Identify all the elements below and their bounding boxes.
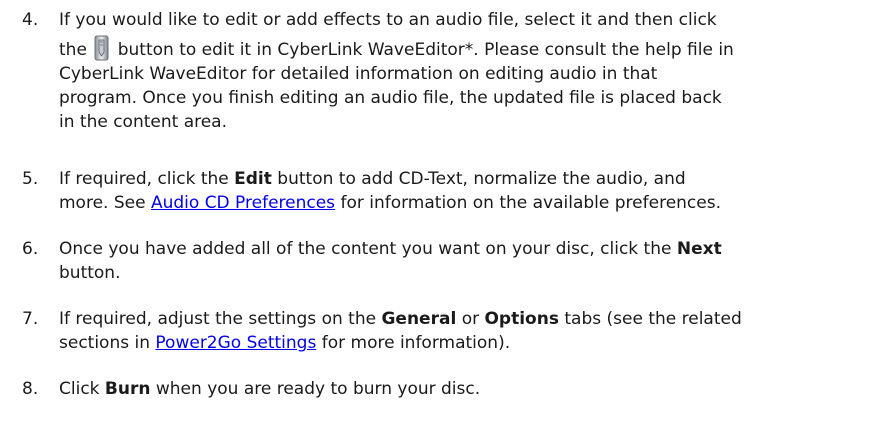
document-page: 4. If you would like to edit or add effe… xyxy=(0,0,878,431)
text-fragment: If required, adjust the settings on the xyxy=(59,309,377,329)
text-fragment: for information on the available prefere… xyxy=(340,193,721,213)
text-fragment: the xyxy=(59,40,87,60)
text-fragment: If required, click the xyxy=(59,169,229,189)
step-line: more. See Audio CD Preferences for infor… xyxy=(59,191,859,215)
bold-term: General xyxy=(381,309,457,329)
step-line: program. Once you finish editing an audi… xyxy=(59,88,722,108)
bold-term: Options xyxy=(484,309,559,329)
step-text: If required, adjust the settings on the … xyxy=(59,307,859,355)
edit-pencil-icon xyxy=(94,35,109,61)
step-line: If required, click the Edit button to ad… xyxy=(59,167,859,191)
text-fragment: more. See xyxy=(59,193,146,213)
bold-term: Next xyxy=(676,239,722,259)
step-number: 4. xyxy=(22,10,39,30)
bold-term: Burn xyxy=(104,379,151,399)
text-fragment: button to add CD-Text, normalize the aud… xyxy=(277,169,686,189)
step-number: 8. xyxy=(22,379,39,399)
text-fragment: Click xyxy=(59,379,100,399)
step-text: Once you have added all of the content y… xyxy=(59,237,859,285)
step-line: CyberLink WaveEditor for detailed inform… xyxy=(59,64,658,84)
audio-cd-preferences-link[interactable]: Audio CD Preferences xyxy=(151,193,335,213)
step-line: If you would like to edit or add effects… xyxy=(59,10,717,30)
step-line: If required, adjust the settings on the … xyxy=(59,307,859,331)
step-line: the button to edit it in CyberLink WaveE… xyxy=(59,35,859,62)
text-fragment: when you are ready to burn your disc. xyxy=(155,379,481,399)
text-fragment: or xyxy=(461,309,480,329)
step-line: in the content area. xyxy=(59,112,228,132)
text-fragment: Once you have added all of the content y… xyxy=(59,239,672,259)
step-line: button. xyxy=(59,263,121,283)
text-fragment: sections in xyxy=(59,333,150,353)
step-number: 5. xyxy=(22,169,39,189)
step-number: 7. xyxy=(22,309,39,329)
step-text: Click Burn when you are ready to burn yo… xyxy=(59,377,859,401)
step-number: 6. xyxy=(22,239,39,259)
bold-term: Edit xyxy=(234,169,272,189)
step-text: If you would like to edit or add effects… xyxy=(59,8,859,134)
step-line: Once you have added all of the content y… xyxy=(59,237,859,261)
text-fragment: tabs (see the related xyxy=(564,309,742,329)
text-fragment: for more information). xyxy=(321,333,511,353)
power2go-settings-link[interactable]: Power2Go Settings xyxy=(155,333,316,353)
step-line: Click Burn when you are ready to burn yo… xyxy=(59,377,859,401)
step-text: If required, click the Edit button to ad… xyxy=(59,167,859,215)
text-fragment: button to edit it in CyberLink WaveEdito… xyxy=(117,40,734,60)
step-line: sections in Power2Go Settings for more i… xyxy=(59,331,859,355)
